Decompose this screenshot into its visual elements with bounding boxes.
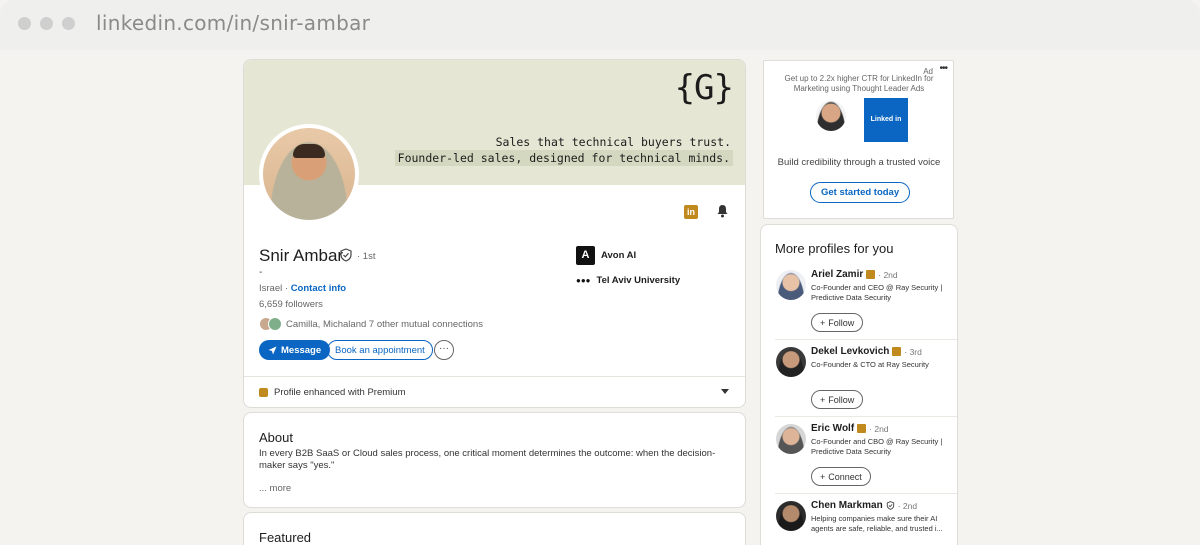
send-icon [268, 346, 277, 354]
suggestion-name-row[interactable]: Ariel Zamir · 2nd [811, 269, 898, 280]
about-see-more-link[interactable]: ... more [259, 483, 291, 494]
message-button-label: Message [281, 344, 322, 356]
plus-icon: + [820, 317, 826, 328]
company-logo: A [576, 246, 595, 265]
suggestion-title: Helping companies make sure their AI age… [811, 514, 943, 533]
linkedin-premium-icon [866, 270, 876, 279]
connect-button-label: Connect [828, 471, 862, 482]
followers-count[interactable]: 6,659 followers [259, 299, 323, 310]
banner-tagline: Sales that technical buyers trust. [495, 135, 731, 149]
more-profiles-heading: More profiles for you [775, 241, 894, 256]
suggestion-name-row[interactable]: Dekel Levkovich · 3rd [811, 346, 922, 357]
window-close-dot[interactable] [18, 17, 31, 30]
suggestion-name-row[interactable]: Chen Markman · 2nd [811, 500, 917, 511]
university-logo: ●●● [576, 276, 591, 285]
suggestion-name-row[interactable]: Eric Wolf · 2nd [811, 423, 889, 434]
profile-suggestion[interactable]: Chen Markman · 2nd Helping companies mak… [761, 493, 957, 545]
bell-icon[interactable] [716, 204, 729, 218]
connection-degree: · 1st [357, 251, 376, 262]
profile-headline: - [259, 267, 263, 278]
ad-copy: Get up to 2.2x higher CTR for LinkedIn f… [784, 74, 934, 93]
suggestion-degree: · 2nd [878, 269, 898, 280]
profile-name: Snir Ambar [259, 246, 344, 265]
message-button[interactable]: Message [259, 340, 331, 360]
browser-chrome: linkedin.com/in/snir-ambar [0, 0, 1200, 50]
follow-button-label: Follow [828, 394, 855, 405]
suggestion-degree: · 2nd [897, 500, 918, 511]
banner-subtagline: Founder-led sales, designed for technica… [394, 150, 733, 166]
suggestion-title: Co-Founder and CBO @ Ray Security | Pred… [811, 437, 943, 456]
profile-card: {G} Sales that technical buyers trust. F… [243, 59, 746, 408]
suggestion-name: Ariel Zamir [811, 269, 864, 280]
suggestion-avatar[interactable] [776, 424, 806, 454]
linkedin-premium-icon[interactable]: in [684, 205, 698, 219]
chevron-down-icon [721, 389, 729, 394]
window-maximize-dot[interactable] [62, 17, 75, 30]
plus-icon: + [820, 394, 826, 405]
book-appointment-button[interactable]: Book an appointment [327, 340, 433, 360]
experience-item-education[interactable]: ●●● Tel Aviv University [576, 275, 680, 286]
suggestion-degree: · 2nd [869, 423, 889, 434]
profile-suggestion[interactable]: Dekel Levkovich · 3rd Co-Founder & CTO a… [761, 339, 957, 417]
featured-card: Featured [243, 512, 746, 545]
premium-enhanced-bar[interactable]: Profile enhanced with Premium [244, 376, 745, 407]
window-minimize-dot[interactable] [40, 17, 53, 30]
about-heading: About [259, 430, 293, 445]
profile-avatar[interactable] [259, 124, 359, 224]
suggestion-name: Dekel Levkovich [811, 346, 890, 357]
mutual-names: Camilla, Michal [286, 318, 351, 330]
linkedin-premium-icon [857, 424, 867, 433]
ad-cta-button[interactable]: Get started today [810, 182, 911, 203]
follow-button-label: Follow [828, 317, 855, 328]
suggestion-name: Eric Wolf [811, 423, 855, 434]
suggestion-degree: · 3rd [904, 346, 922, 357]
profile-location: Israel [259, 283, 283, 294]
more-profiles-card: More profiles for you Ariel Zamir · 2nd … [760, 224, 958, 545]
avatar-photo [263, 128, 355, 220]
follow-button[interactable]: + Follow [811, 390, 864, 409]
about-card: About In every B2B SaaS or Cloud sales p… [243, 412, 746, 508]
suggestion-avatar[interactable] [776, 347, 806, 377]
suggestion-title: Co-Founder & CTO at Ray Security [811, 360, 929, 369]
banner-logo: {G} [674, 68, 734, 108]
mutual-avatar [268, 317, 282, 331]
ad-headline: Build credibility through a trusted voic… [777, 157, 941, 168]
university-name: Tel Aviv University [596, 275, 681, 286]
verified-shield-icon [886, 501, 894, 510]
contact-info-link[interactable]: Contact info [291, 283, 346, 294]
profile-suggestion[interactable]: Eric Wolf · 2nd Co-Founder and CBO @ Ray… [761, 416, 957, 494]
experience-item-company[interactable]: A Avon AI [576, 246, 636, 265]
profile-suggestion[interactable]: Ariel Zamir · 2nd Co-Founder and CEO @ R… [761, 262, 957, 340]
mutual-connections[interactable]: Camilla, Michal and 7 other mutual conne… [259, 315, 483, 333]
premium-label: Profile enhanced with Premium [274, 387, 406, 398]
linkedin-ads-logo: Linked in Ads [864, 98, 908, 167]
ad-person-avatar [816, 101, 846, 131]
suggestion-avatar[interactable] [776, 501, 806, 531]
premium-icon [259, 388, 268, 397]
connect-button[interactable]: + Connect [811, 467, 871, 486]
suggestion-name: Chen Markman [811, 500, 883, 511]
profile-location-line: Israel · Contact info [259, 283, 347, 294]
linkedin-premium-icon [892, 347, 902, 356]
ad-menu-button[interactable]: ••• [939, 63, 947, 74]
verified-shield-icon[interactable] [339, 248, 353, 262]
follow-button[interactable]: + Follow [811, 313, 864, 332]
add-person-icon: + [820, 471, 826, 482]
suggestion-title: Co-Founder and CEO @ Ray Security | Pred… [811, 283, 943, 302]
mutual-rest: and 7 other mutual connections [350, 318, 483, 330]
suggestion-avatar[interactable] [776, 270, 806, 300]
featured-heading: Featured [259, 530, 312, 545]
company-name: Avon AI [601, 250, 637, 261]
more-actions-button[interactable]: ··· [434, 340, 454, 360]
about-text: In every B2B SaaS or Cloud sales process… [259, 448, 716, 471]
ad-card: Ad ••• Get up to 2.2x higher CTR for Lin… [763, 60, 954, 219]
address-bar[interactable]: linkedin.com/in/snir-ambar [96, 11, 370, 35]
